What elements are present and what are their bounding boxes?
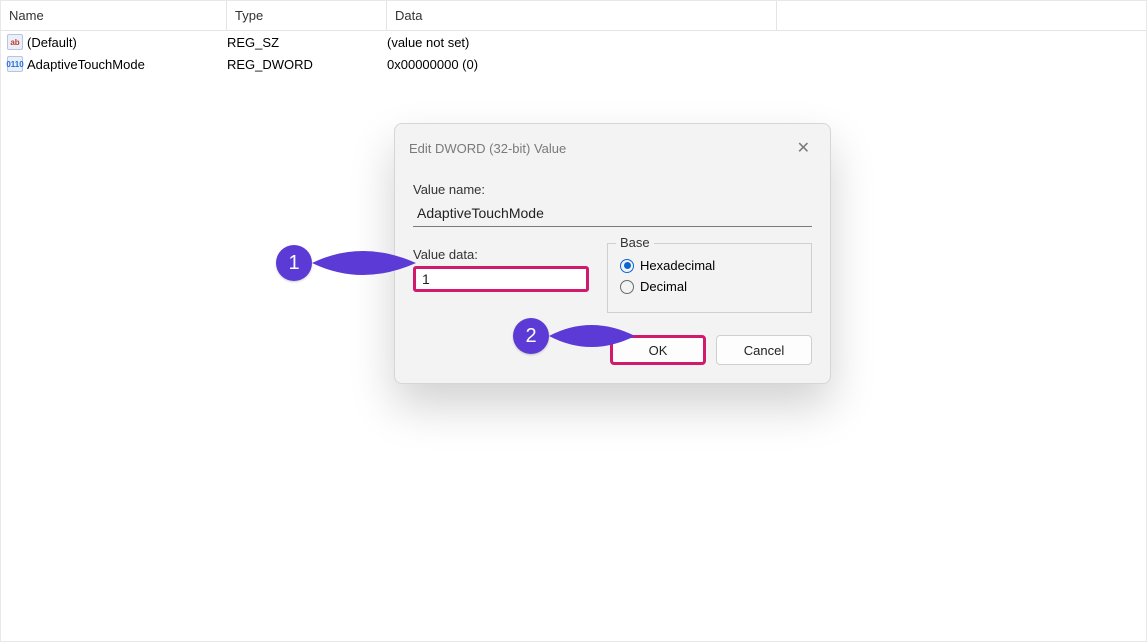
table-row[interactable]: 0110 AdaptiveTouchMode REG_DWORD 0x00000… xyxy=(1,53,1146,75)
value-data-input[interactable]: 1 xyxy=(413,266,589,292)
row-type: REG_DWORD xyxy=(227,57,387,72)
column-header-type[interactable]: Type xyxy=(227,1,387,30)
row-type: REG_SZ xyxy=(227,35,387,50)
column-header-data[interactable]: Data xyxy=(387,1,777,30)
row-name: AdaptiveTouchMode xyxy=(27,57,145,72)
radio-label: Hexadecimal xyxy=(640,258,715,273)
value-name-label: Value name: xyxy=(413,182,812,197)
base-fieldset: Base Hexadecimal Decimal xyxy=(607,243,812,313)
row-data: (value not set) xyxy=(387,35,777,50)
row-name: (Default) xyxy=(27,35,77,50)
cancel-button[interactable]: Cancel xyxy=(716,335,812,365)
radio-icon xyxy=(620,280,634,294)
annotation-badge: 1 xyxy=(276,245,312,281)
reg-dword-icon: 0110 xyxy=(7,56,23,72)
annotation-pointer-icon xyxy=(549,317,635,355)
row-data: 0x00000000 (0) xyxy=(387,57,777,72)
radio-decimal[interactable]: Decimal xyxy=(620,279,799,294)
annotation-step-1: 1 xyxy=(276,243,416,283)
base-legend: Base xyxy=(616,235,654,250)
value-data-label: Value data: xyxy=(413,247,589,262)
radio-hexadecimal[interactable]: Hexadecimal xyxy=(620,258,799,273)
table-row[interactable]: ab (Default) REG_SZ (value not set) xyxy=(1,31,1146,53)
registry-rows: ab (Default) REG_SZ (value not set) 0110… xyxy=(1,31,1146,75)
column-header-name[interactable]: Name xyxy=(1,1,227,30)
reg-sz-icon: ab xyxy=(7,34,23,50)
radio-icon xyxy=(620,259,634,273)
annotation-step-2: 2 xyxy=(513,317,635,355)
registry-columns-header: Name Type Data xyxy=(1,1,1146,31)
close-icon[interactable]: ✕ xyxy=(791,134,816,162)
annotation-pointer-icon xyxy=(312,243,416,283)
annotation-badge: 2 xyxy=(513,318,549,354)
radio-label: Decimal xyxy=(640,279,687,294)
value-name-field[interactable]: AdaptiveTouchMode xyxy=(413,201,812,227)
dialog-title: Edit DWORD (32-bit) Value xyxy=(409,141,566,156)
